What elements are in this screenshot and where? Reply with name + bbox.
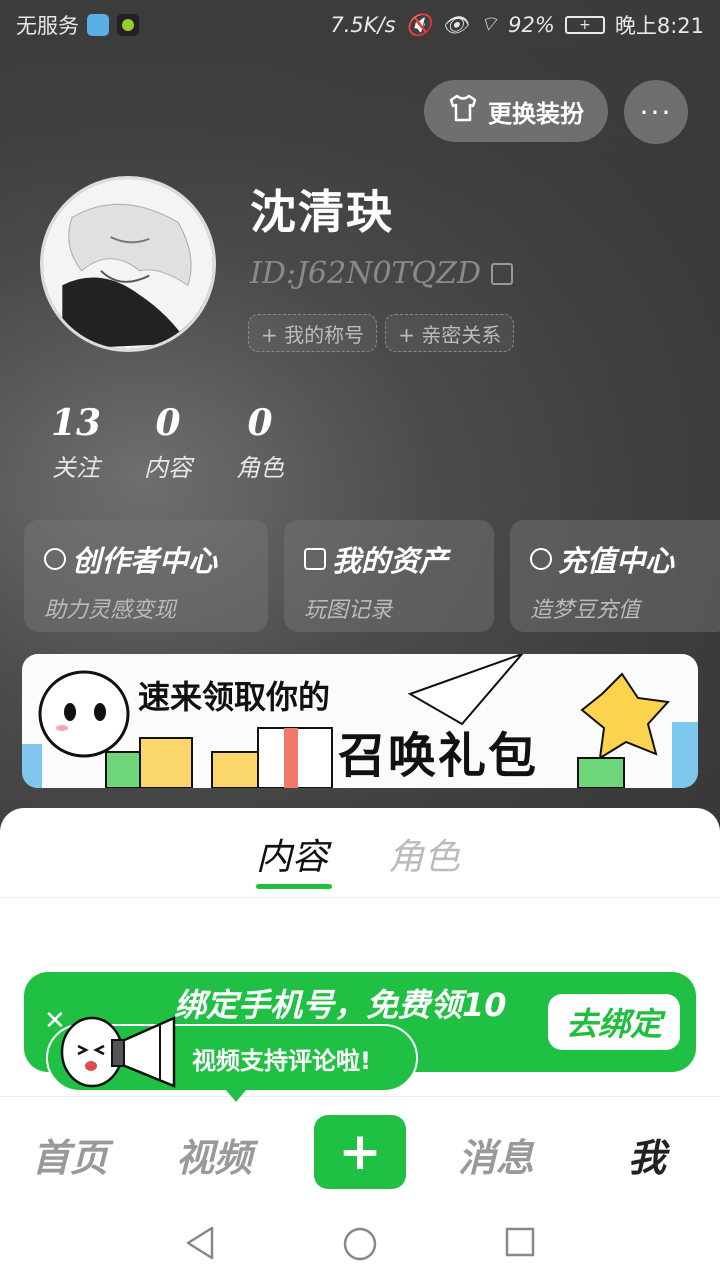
nav-video[interactable]: 视频 (176, 1127, 252, 1182)
nav-messages[interactable]: 消息 (458, 1127, 534, 1182)
content-tabs: 内容 角色 (0, 808, 720, 898)
stat-content[interactable]: 0 内容 (122, 402, 214, 483)
app-notification-icon (117, 14, 139, 36)
bind-phone-text: 绑定手机号，免费领10 (174, 986, 507, 1024)
recents-icon[interactable] (504, 1226, 536, 1258)
bind-phone-button[interactable]: 去绑定 (548, 994, 680, 1050)
mute-icon: 🔇 (405, 12, 432, 37)
status-bar: 无服务 7.5K/s 🔇 👁 ⌔ 92% + 晚上8:21 (0, 0, 720, 50)
system-navigation-bar (0, 1204, 720, 1280)
stat-content-value: 0 (155, 402, 181, 444)
tab-content[interactable]: 内容 (256, 828, 328, 880)
creator-center-subtitle: 助力灵感变现 (44, 598, 177, 623)
my-assets-card[interactable]: 我的资产 玩图记录 (284, 520, 494, 632)
recharge-center-card[interactable]: 充值中心 造梦豆充值 (510, 520, 720, 632)
profile-stats: 13 关注 0 内容 0 角色 (30, 402, 306, 483)
tab-roles[interactable]: 角色 (388, 828, 460, 880)
recharge-center-subtitle: 造梦豆充值 (530, 598, 641, 623)
folder-icon (304, 548, 326, 570)
profile-tags: + 我的称号 + 亲密关系 (248, 314, 515, 352)
net-speed: 7.5K/s (330, 13, 396, 37)
shield-icon (87, 14, 109, 36)
nav-me[interactable]: 我 (628, 1127, 666, 1182)
gift-pack-banner[interactable]: 速来领取你的 召唤礼包 (22, 654, 698, 788)
profile-id-text: ID:J62N0TQZD (250, 256, 482, 291)
profile-username: 沈清玦 (250, 185, 394, 239)
compass-icon (530, 548, 552, 570)
profile-id[interactable]: ID:J62N0TQZD (250, 256, 514, 291)
stat-following[interactable]: 13 关注 (30, 402, 122, 483)
battery-pct: 92% (508, 13, 555, 37)
stat-roles[interactable]: 0 角色 (214, 402, 306, 483)
nav-home[interactable]: 首页 (32, 1127, 108, 1182)
creator-center-card[interactable]: 创作者中心 助力灵感变现 (24, 520, 268, 632)
refresh-icon (44, 548, 66, 570)
home-icon[interactable] (342, 1226, 378, 1262)
megaphone-mascot-icon (60, 1016, 176, 1088)
tooltip-text: 视频支持评论啦! (192, 1046, 371, 1075)
back-icon[interactable] (184, 1226, 216, 1260)
stat-roles-value: 0 (247, 402, 273, 444)
stat-following-value: 13 (50, 402, 102, 444)
stat-roles-label: 角色 (236, 454, 284, 482)
more-options-button[interactable]: ··· (624, 80, 688, 144)
my-assets-title: 我的资产 (332, 544, 449, 578)
tab-active-indicator (256, 884, 332, 889)
creator-center-title: 创作者中心 (72, 544, 218, 578)
banner-line2: 召唤礼包 (338, 728, 539, 784)
bottom-navigation: 首页 视频 + 消息 我 (0, 1096, 720, 1204)
banner-line1: 速来领取你的 (138, 678, 331, 716)
create-plus-button[interactable]: + (314, 1115, 406, 1189)
carrier-text: 无服务 (16, 14, 79, 38)
wifi-icon: ⌔ (478, 12, 499, 36)
stat-following-label: 关注 (52, 454, 100, 482)
copy-icon[interactable] (491, 262, 514, 285)
avatar[interactable] (40, 176, 216, 352)
title-tag-button[interactable]: + 我的称号 (248, 314, 378, 352)
eye-icon: 👁 (441, 12, 469, 37)
stat-content-label: 内容 (144, 454, 192, 482)
feature-cards: 创作者中心 助力灵感变现 我的资产 玩图记录 充值中心 造梦豆充值 (24, 520, 720, 632)
my-assets-subtitle: 玩图记录 (304, 598, 393, 623)
change-outfit-label: 更换装扮 (488, 99, 584, 128)
battery-icon: + (564, 16, 605, 34)
more-icon: ··· (639, 95, 673, 129)
change-outfit-button[interactable]: 更换装扮 (424, 80, 608, 142)
clock: 晚上8:21 (614, 14, 704, 38)
relationship-tag-button[interactable]: + 亲密关系 (385, 314, 515, 352)
tshirt-icon (448, 94, 478, 128)
recharge-center-title: 充值中心 (558, 544, 675, 578)
